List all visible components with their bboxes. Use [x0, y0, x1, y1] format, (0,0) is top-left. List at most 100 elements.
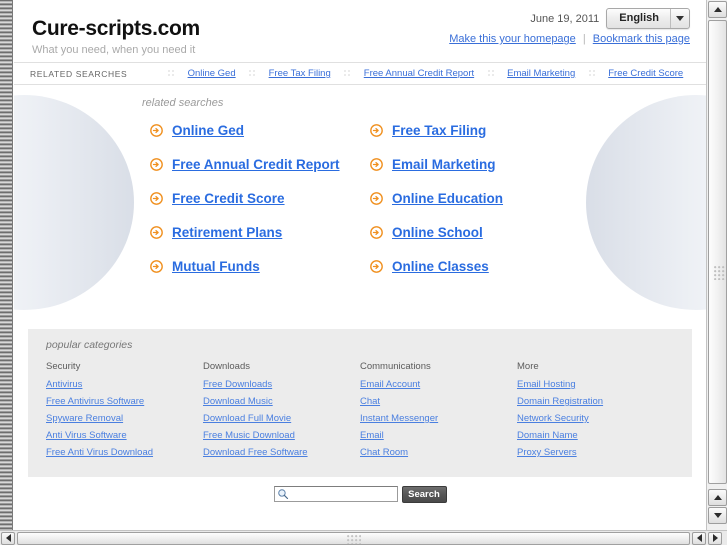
arrow-circle-right-icon	[370, 158, 383, 171]
current-date: June 19, 2011	[530, 12, 600, 25]
related-search-link-left-2[interactable]: Free Credit Score	[172, 191, 285, 206]
category-column-more: More Email Hosting Domain Registration N…	[517, 361, 674, 464]
related-search-item[interactable]: Free Tax Filing	[370, 123, 706, 138]
category-title: Communications	[360, 361, 431, 372]
category-link[interactable]: Free Downloads	[203, 379, 360, 390]
dots-separator-icon	[344, 70, 351, 77]
category-link[interactable]: Proxy Servers	[517, 447, 674, 458]
category-link-list: Antivirus Free Antivirus Software Spywar…	[46, 379, 203, 458]
browser-window: Cure-scripts.com What you need, when you…	[0, 0, 727, 545]
site-tagline: What you need, when you need it	[32, 44, 196, 57]
related-search-item[interactable]: Online Classes	[370, 259, 706, 274]
page-header: Cure-scripts.com What you need, when you…	[14, 0, 706, 62]
category-link[interactable]: Download Free Software	[203, 447, 360, 458]
related-search-item[interactable]: Online Education	[370, 191, 706, 206]
arrow-circle-right-icon	[150, 192, 163, 205]
category-link[interactable]: Domain Name	[517, 430, 674, 441]
horizontal-scrollbar-thumb[interactable]	[17, 531, 690, 545]
related-bar-link-0[interactable]: Online Ged	[188, 68, 236, 79]
arrow-circle-right-icon	[150, 260, 163, 273]
related-bar-link-2[interactable]: Free Annual Credit Report	[364, 68, 474, 79]
scrollbar-grip-icon	[346, 534, 361, 544]
category-link[interactable]: Network Security	[517, 413, 674, 424]
triangle-left-icon	[696, 534, 702, 542]
search-icon	[277, 489, 288, 500]
category-link[interactable]: Free Music Download	[203, 430, 360, 441]
triangle-right-icon	[712, 534, 718, 542]
scroll-down-button[interactable]	[708, 507, 727, 524]
category-link[interactable]: Antivirus	[46, 379, 203, 390]
related-search-item[interactable]: Online School	[370, 225, 706, 240]
make-homepage-link[interactable]: Make this your homepage	[449, 33, 576, 45]
scroll-right-button[interactable]	[708, 531, 722, 545]
related-searches-bar-title: RELATED SEARCHES	[30, 68, 128, 79]
related-searches-bar: RELATED SEARCHES Online Ged Free Tax Fil…	[14, 62, 706, 85]
category-column-communications: Communications Email Account Chat Instan…	[360, 361, 517, 464]
category-link[interactable]: Instant Messenger	[360, 413, 517, 424]
related-search-item[interactable]: Online Ged	[150, 123, 370, 138]
scroll-up-button-lower[interactable]	[708, 489, 727, 506]
category-link[interactable]: Download Full Movie	[203, 413, 360, 424]
arrow-circle-right-icon	[370, 124, 383, 137]
scroll-up-button[interactable]	[708, 1, 727, 18]
arrow-circle-right-icon	[150, 158, 163, 171]
category-link[interactable]: Email Hosting	[517, 379, 674, 390]
related-search-item[interactable]: Free Annual Credit Report	[150, 157, 370, 172]
language-select-value: English	[619, 12, 659, 24]
category-link[interactable]: Email Account	[360, 379, 517, 390]
related-search-link-right-3[interactable]: Online School	[392, 225, 483, 240]
category-link[interactable]: Free Anti Virus Download	[46, 447, 203, 458]
search-input[interactable]	[291, 487, 400, 503]
category-link[interactable]: Chat Room	[360, 447, 517, 458]
language-select[interactable]: English	[606, 8, 690, 29]
popular-categories-panel: popular categories Security Antivirus Fr…	[28, 329, 692, 477]
arrow-circle-right-icon	[150, 124, 163, 137]
related-search-item[interactable]: Mutual Funds	[150, 259, 370, 274]
related-search-link-right-0[interactable]: Free Tax Filing	[392, 123, 486, 138]
related-search-link-right-4[interactable]: Online Classes	[392, 259, 489, 274]
related-searches-main: related searches Online Ged Free Tax Fil…	[14, 85, 706, 321]
category-title: More	[517, 361, 539, 372]
related-searches-bar-links: Online Ged Free Tax Filing Free Annual C…	[161, 68, 690, 79]
horizontal-scrollbar[interactable]	[0, 530, 727, 545]
arrow-circle-right-icon	[370, 226, 383, 239]
category-link[interactable]: Chat	[360, 396, 517, 407]
triangle-up-icon	[713, 7, 722, 12]
search-button[interactable]: Search	[401, 486, 447, 503]
category-link[interactable]: Download Music	[203, 396, 360, 407]
category-column-downloads: Downloads Free Downloads Download Music …	[203, 361, 360, 464]
category-link[interactable]: Email	[360, 430, 517, 441]
dots-separator-icon	[588, 70, 595, 77]
category-link[interactable]: Domain Registration	[517, 396, 674, 407]
popular-categories-grid: Security Antivirus Free Antivirus Softwa…	[46, 361, 674, 464]
vertical-scrollbar-thumb[interactable]	[708, 20, 727, 484]
related-bar-link-1[interactable]: Free Tax Filing	[269, 68, 331, 79]
related-search-item[interactable]: Free Credit Score	[150, 191, 370, 206]
header-right-panel: June 19, 2011 English Make this your hom…	[449, 8, 690, 45]
related-bar-link-4[interactable]: Free Credit Score	[608, 68, 683, 79]
page-viewport: Cure-scripts.com What you need, when you…	[14, 0, 706, 530]
scroll-left-button-right-group[interactable]	[692, 531, 706, 545]
category-link[interactable]: Spyware Removal	[46, 413, 203, 424]
related-bar-link-3[interactable]: Email Marketing	[507, 68, 575, 79]
bookmark-page-link[interactable]: Bookmark this page	[593, 33, 690, 45]
related-search-link-left-0[interactable]: Online Ged	[172, 123, 244, 138]
dots-separator-icon	[487, 70, 494, 77]
related-search-item[interactable]: Email Marketing	[370, 157, 706, 172]
scroll-left-button[interactable]	[1, 531, 15, 545]
related-search-item[interactable]: Retirement Plans	[150, 225, 370, 240]
category-link[interactable]: Free Antivirus Software	[46, 396, 203, 407]
scrollbar-grip-icon	[714, 266, 725, 280]
related-searches-grid: Online Ged Free Tax Filing Free Annual C…	[14, 109, 706, 274]
related-search-link-left-4[interactable]: Mutual Funds	[172, 259, 260, 274]
related-search-link-left-3[interactable]: Retirement Plans	[172, 225, 282, 240]
related-search-link-right-2[interactable]: Online Education	[392, 191, 503, 206]
related-search-link-right-1[interactable]: Email Marketing	[392, 157, 496, 172]
caret-glyph	[676, 16, 684, 21]
dots-separator-icon	[168, 70, 175, 77]
vertical-scrollbar[interactable]	[706, 0, 727, 530]
related-search-link-left-1[interactable]: Free Annual Credit Report	[172, 157, 340, 172]
search-input-wrapper[interactable]	[273, 486, 400, 503]
chevron-down-icon[interactable]	[670, 9, 689, 28]
category-link[interactable]: Anti Virus Software	[46, 430, 203, 441]
